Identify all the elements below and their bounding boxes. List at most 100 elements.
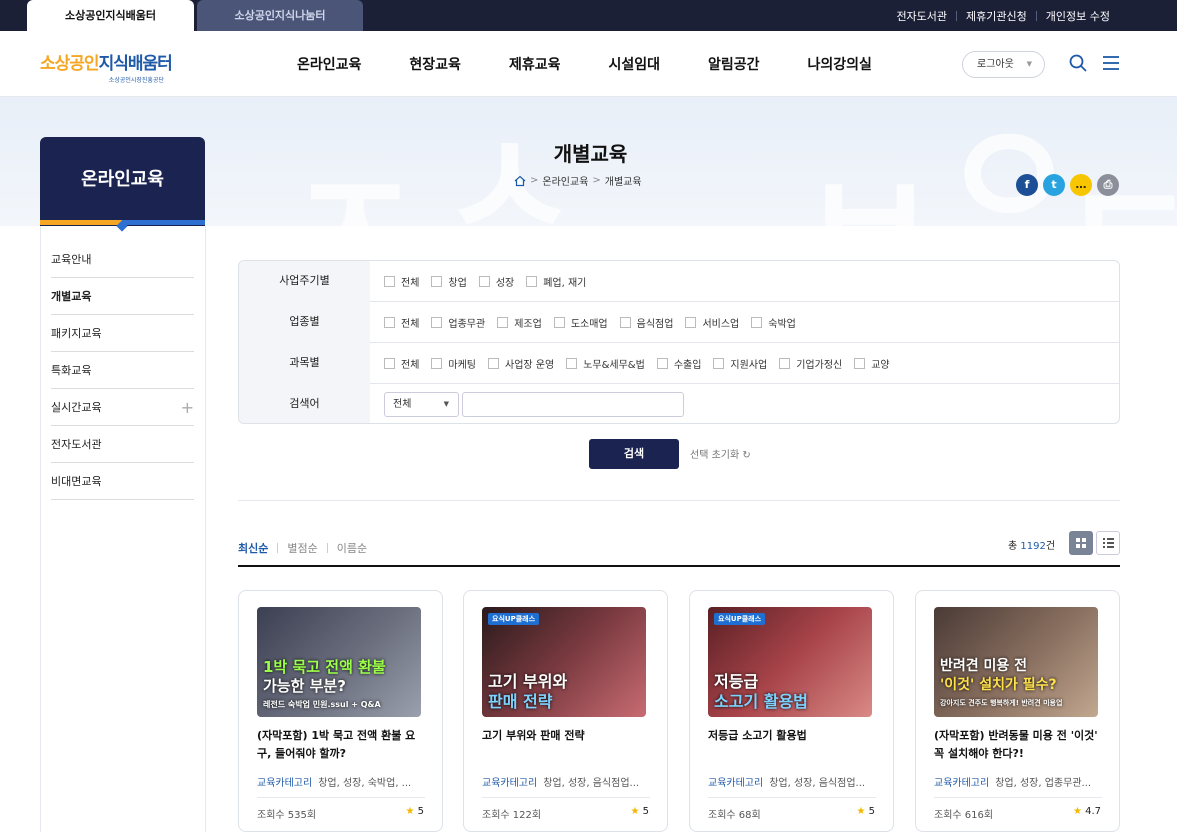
course-card[interactable]: 1박 묵고 전액 환불 가능한 부분? 레전드 숙박업 민원.ssul + Q&… <box>238 590 443 832</box>
chevron-down-icon: ▼ <box>443 400 449 408</box>
star-icon: ★ <box>405 806 415 817</box>
site-logo[interactable]: 소상공인지식배움터 소상공인시장진흥공단 <box>40 49 173 84</box>
logout-button[interactable]: 로그아웃 ▼ <box>962 51 1045 78</box>
tab-sharing-site[interactable]: 소상공인지식나눔터 <box>197 0 363 31</box>
view-count: 조회수 616회 <box>934 810 994 821</box>
filter-row-keyword: 검색어 전체 ▼ <box>239 384 1119 423</box>
plus-icon[interactable]: + <box>181 389 194 426</box>
checkbox-option[interactable]: 폐업, 재기 <box>526 274 586 289</box>
refresh-icon: ↻ <box>742 450 751 461</box>
course-title[interactable]: 고기 부위와 판매 전략 <box>482 727 650 745</box>
course-category: 교육카테고리 창업, 성장, 업종무관... <box>934 774 1102 798</box>
sidenav-item-untact-edu[interactable]: 비대면교육 <box>51 463 194 500</box>
course-title[interactable]: (자막포함) 1박 묵고 전액 환불 요구, 들어줘야 할까? <box>257 727 425 763</box>
list-icon <box>1103 538 1114 548</box>
checkbox-option[interactable]: 제조업 <box>497 315 542 330</box>
course-card[interactable]: 요식UP클래스 저등급 소고기 활용법 저등급 소고기 활용법 교육카테고리 창업… <box>689 590 894 832</box>
star-icon: ★ <box>1072 806 1082 817</box>
view-count: 조회수 535회 <box>257 810 317 821</box>
link-edit-profile[interactable]: 개인정보 수정 <box>1037 8 1119 24</box>
search-input[interactable] <box>462 392 684 417</box>
nav-my-classroom[interactable]: 나의강의실 <box>784 54 896 74</box>
course-card[interactable]: 요식UP클래스 고기 부위와 판매 전략 고기 부위와 판매 전략 교육카테고리… <box>463 590 668 832</box>
checkbox-option[interactable]: 숙박업 <box>751 315 796 330</box>
course-thumbnail[interactable]: 반려견 미용 전 '이것' 설치가 필수? 강아지도 견주도 행복하게! 반려견… <box>934 607 1098 717</box>
checkbox-option[interactable]: 음식점업 <box>619 315 673 330</box>
rating: ★ 5 <box>856 806 875 817</box>
checkbox-option[interactable]: 도소매업 <box>553 315 608 330</box>
filter-row-business-cycle: 사업주기별 전체 창업 성장 폐업, 재기 <box>239 261 1119 302</box>
sidenav-item-individual-edu[interactable]: 개별교육 <box>51 278 194 315</box>
twitter-share-icon[interactable]: t <box>1043 174 1065 196</box>
sidenav-item-ebook-library[interactable]: 전자도서관 <box>51 426 194 463</box>
course-title[interactable]: (자막포함) 반려동물 미용 전 '이것' 꼭 설치해야 한다?! <box>934 727 1102 763</box>
checkbox-option[interactable]: 사업장 운영 <box>488 356 554 371</box>
breadcrumb-item[interactable]: 온라인교육 <box>542 173 588 188</box>
star-icon: ★ <box>856 806 866 817</box>
search-button[interactable]: 검색 <box>589 439 679 469</box>
course-card[interactable]: 반려견 미용 전 '이것' 설치가 필수? 강아지도 견주도 행복하게! 반려견… <box>915 590 1120 832</box>
sort-rating[interactable]: 별점순 <box>287 540 317 556</box>
checkbox-option[interactable]: 수출입 <box>656 356 701 371</box>
nav-onsite-edu[interactable]: 현장교육 <box>385 54 485 74</box>
print-icon[interactable]: ⎙ <box>1097 174 1119 196</box>
checkbox-option[interactable]: 지원사업 <box>713 356 767 371</box>
breadcrumb: > 온라인교육 > 개별교육 <box>514 173 642 188</box>
course-title[interactable]: 저등급 소고기 활용법 <box>708 727 876 745</box>
kakaotalk-share-icon[interactable]: … <box>1070 174 1092 196</box>
menu-icon[interactable] <box>1101 53 1121 73</box>
top-bar: 소상공인지식배움터 소상공인지식나눔터 전자도서관 제휴기관신청 개인정보 수정 <box>0 0 1177 31</box>
sort-latest[interactable]: 최신순 <box>238 540 268 556</box>
list-view-button[interactable] <box>1096 531 1120 555</box>
home-icon[interactable] <box>514 175 526 187</box>
checkbox-option[interactable]: 기업가정신 <box>779 356 842 371</box>
lnb-title: 온라인교육 <box>40 137 205 226</box>
nav-partner-edu[interactable]: 제휴교육 <box>485 54 585 74</box>
main-header: 소상공인지식배움터 소상공인시장진흥공단 온라인교육 현장교육 제휴교육 시설임… <box>0 31 1177 97</box>
reset-selection-button[interactable]: 선택 초기화 ↻ <box>690 446 751 461</box>
rating: ★ 5 <box>630 806 649 817</box>
divider <box>238 565 1120 567</box>
checkbox-option[interactable]: 전체 <box>384 356 419 371</box>
link-ebook-library[interactable]: 전자도서관 <box>887 8 956 24</box>
search-icon[interactable] <box>1068 53 1088 73</box>
filter-row-industry: 업종별 전체 업종무관 제조업 도소매업 음식점업 서비스업 숙박업 <box>239 302 1119 343</box>
grid-view-button[interactable] <box>1069 531 1093 555</box>
course-thumbnail[interactable]: 1박 묵고 전액 환불 가능한 부분? 레전드 숙박업 민원.ssul + Q&… <box>257 607 421 717</box>
checkbox-option[interactable]: 전체 <box>384 274 419 289</box>
course-category: 교육카테고리 창업, 성장, 숙박업, ... <box>257 774 425 798</box>
filter-label: 검색어 <box>239 384 370 423</box>
checkbox-option[interactable]: 마케팅 <box>431 356 476 371</box>
checkbox-option[interactable]: 창업 <box>431 274 467 289</box>
nav-online-edu[interactable]: 온라인교육 <box>273 54 385 74</box>
filter-label: 업종별 <box>239 302 370 343</box>
checkbox-option[interactable]: 노무&세무&법 <box>566 356 645 371</box>
checkbox-option[interactable]: 전체 <box>384 315 419 330</box>
sort-name[interactable]: 이름순 <box>337 540 367 556</box>
search-type-select[interactable]: 전체 ▼ <box>384 392 459 417</box>
sidenav-item-package-edu[interactable]: 패키지교육 <box>51 315 194 352</box>
checkbox-option[interactable]: 성장 <box>478 274 514 289</box>
link-partner-apply[interactable]: 제휴기관신청 <box>957 8 1036 24</box>
sidenav-item-edu-guide[interactable]: 교육안내 <box>51 241 194 278</box>
course-category: 교육카테고리 창업, 성장, 음식점업... <box>708 774 876 798</box>
checkbox-option[interactable]: 서비스업 <box>685 315 739 330</box>
sidenav-item-special-edu[interactable]: 특화교육 <box>51 352 194 389</box>
course-thumbnail[interactable]: 요식UP클래스 저등급 소고기 활용법 <box>708 607 872 717</box>
sidenav-item-live-edu[interactable]: 실시간교육 + <box>51 389 194 426</box>
checkbox-option[interactable]: 교양 <box>854 356 890 371</box>
nav-facility-rental[interactable]: 시설임대 <box>584 54 684 74</box>
facebook-share-icon[interactable]: f <box>1016 174 1038 196</box>
course-thumbnail[interactable]: 요식UP클래스 고기 부위와 판매 전략 <box>482 607 646 717</box>
star-icon: ★ <box>630 806 640 817</box>
tab-learning-site[interactable]: 소상공인지식배움터 <box>27 0 194 31</box>
nav-notice[interactable]: 알림공간 <box>684 54 784 74</box>
side-nav: 교육안내 개별교육 패키지교육 특화교육 실시간교육 + 전자도서관 비대면교육 <box>40 226 206 832</box>
breadcrumb-item[interactable]: 개별교육 <box>605 173 642 188</box>
hero-decoration: ㅌ <box>1060 117 1177 226</box>
checkbox-option[interactable]: 업종무관 <box>431 315 485 330</box>
global-nav: 온라인교육 현장교육 제휴교육 시설임대 알림공간 나의강의실 <box>273 31 896 97</box>
filter-row-subject: 과목별 전체 마케팅 사업장 운영 노무&세무&법 수출입 지원사업 기업가정신… <box>239 343 1119 384</box>
sidenav-item-label: 실시간교육 <box>51 401 102 414</box>
view-count: 조회수 122회 <box>482 810 542 821</box>
